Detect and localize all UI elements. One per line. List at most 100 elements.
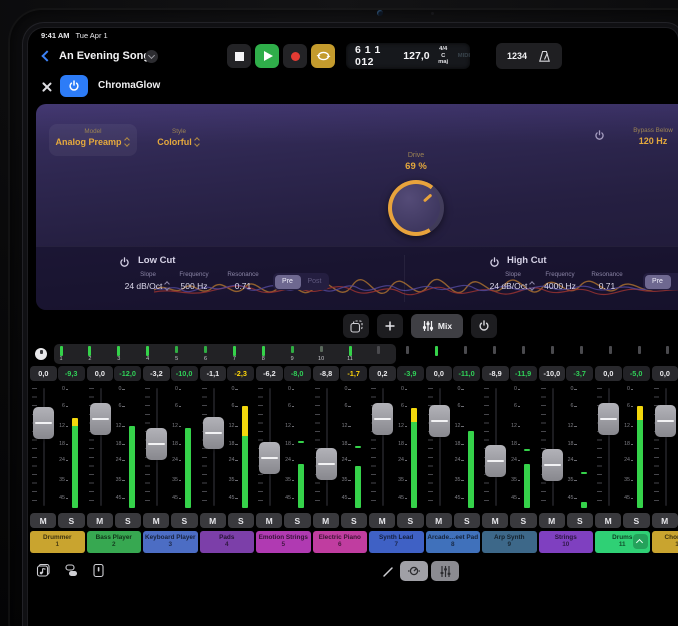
play-surface-icon[interactable] [92, 563, 105, 583]
mute-button[interactable]: M [143, 513, 169, 528]
edit-pencil-icon[interactable] [381, 565, 395, 584]
track-name-band[interactable]: Keyboard Player 3 [143, 531, 198, 553]
duplicate-button[interactable] [343, 314, 369, 338]
pan-tick[interactable] [580, 346, 583, 354]
loop-browser-icon[interactable] [36, 563, 51, 583]
level-control[interactable]: Level 0.0 [658, 127, 678, 146]
fader-handle[interactable] [372, 403, 393, 435]
volume-value[interactable]: 0,0 [652, 366, 678, 381]
volume-value[interactable]: -10,0 [539, 366, 566, 381]
volume-value[interactable]: 0,0 [595, 366, 622, 381]
pan-tick[interactable] [522, 346, 525, 354]
fader-handle[interactable] [655, 405, 676, 437]
lcd-display[interactable]: 6 1 1 012 127,0 4/4C maj MIDI [346, 43, 470, 69]
fader-handle[interactable] [90, 403, 111, 435]
controls-view-button[interactable] [400, 561, 428, 581]
mute-button[interactable]: M [87, 513, 113, 528]
volume-value[interactable]: -1,1 [200, 366, 227, 381]
solo-button[interactable]: S [341, 513, 367, 528]
mute-button[interactable]: M [200, 513, 226, 528]
fader-handle[interactable] [598, 403, 619, 435]
pan-tick[interactable] [117, 346, 120, 356]
solo-button[interactable]: S [58, 513, 84, 528]
track-name-band[interactable]: Arcade…eet Pad 8 [426, 531, 481, 553]
volume-value[interactable]: -6,2 [256, 366, 283, 381]
chevron-up-icon[interactable] [633, 534, 648, 549]
volume-value[interactable]: 0,0 [87, 366, 114, 381]
mute-button[interactable]: M [482, 513, 508, 528]
solo-button[interactable]: S [115, 513, 141, 528]
close-icon[interactable] [40, 80, 54, 94]
pan-tick[interactable] [233, 346, 236, 356]
fader-handle[interactable] [485, 445, 506, 477]
metronome-icon[interactable] [538, 50, 551, 63]
add-track-button[interactable] [377, 314, 403, 338]
chevron-down-icon[interactable] [145, 50, 158, 63]
pan-tick[interactable] [435, 346, 438, 356]
track-name-band[interactable]: Electric Piano 6 [313, 531, 368, 553]
track-name-band[interactable]: Pads 4 [200, 531, 255, 553]
mute-button[interactable]: M [539, 513, 565, 528]
peak-value[interactable]: -3,7 [566, 366, 593, 381]
post-button[interactable]: Post [302, 275, 328, 289]
solo-button[interactable]: S [623, 513, 649, 528]
volume-value[interactable]: 0,2 [369, 366, 396, 381]
volume-value[interactable]: -8,9 [482, 366, 509, 381]
plugin-power-button[interactable] [60, 75, 88, 97]
count-in-button[interactable]: 1234 [507, 51, 527, 61]
pre-button[interactable]: Pre [645, 275, 671, 289]
volume-value[interactable]: 0,0 [30, 366, 57, 381]
low-cut-resonance[interactable]: Resonance 0.71 [213, 271, 273, 291]
pan-tick[interactable] [666, 346, 669, 354]
pan-tick[interactable] [609, 346, 612, 354]
track-name-band[interactable]: Arp Synth 9 [482, 531, 537, 553]
peak-value[interactable]: -1,7 [340, 366, 367, 381]
pan-tick[interactable] [406, 346, 409, 354]
track-name-band[interactable]: Drummer 1 [30, 531, 85, 553]
pre-button[interactable]: Pre [275, 275, 301, 289]
peak-value[interactable]: -9,3 [58, 366, 85, 381]
bypass-power-button[interactable] [594, 128, 605, 146]
track-name-band[interactable]: Bass Player 2 [87, 531, 142, 553]
fader-handle[interactable] [33, 407, 54, 439]
mute-button[interactable]: M [426, 513, 452, 528]
peak-value[interactable]: -10,0 [171, 366, 198, 381]
track-name-band[interactable]: Emotion Strings 5 [256, 531, 311, 553]
pan-tick[interactable] [320, 346, 323, 352]
peak-value[interactable]: -3,9 [397, 366, 424, 381]
solo-button[interactable]: S [397, 513, 423, 528]
peak-value[interactable]: -11,0 [453, 366, 480, 381]
pan-tick[interactable] [204, 346, 207, 353]
fader-handle[interactable] [203, 417, 224, 449]
mute-button[interactable]: M [595, 513, 621, 528]
mute-button[interactable]: M [256, 513, 282, 528]
pan-tick[interactable] [493, 346, 496, 354]
pan-tick[interactable] [638, 346, 641, 354]
pan-tick[interactable] [551, 346, 554, 354]
solo-button[interactable]: S [171, 513, 197, 528]
pan-tick[interactable] [146, 346, 149, 356]
pan-tick[interactable] [291, 346, 294, 353]
volume-value[interactable]: 0,0 [426, 366, 453, 381]
peak-value[interactable]: -5,0 [623, 366, 650, 381]
record-button[interactable] [283, 44, 307, 68]
pan-tick[interactable] [377, 346, 380, 354]
pan-tick[interactable] [175, 346, 178, 353]
volume-value[interactable]: -8,8 [313, 366, 340, 381]
track-name-band[interactable]: Synth Lead 7 [369, 531, 424, 553]
peak-value[interactable]: -8,0 [284, 366, 311, 381]
post-button[interactable]: Post [672, 275, 678, 289]
mute-button[interactable]: M [652, 513, 678, 528]
peak-value[interactable]: -2,3 [227, 366, 254, 381]
pan-knob-icon[interactable] [35, 348, 47, 360]
mixer-power-button[interactable] [471, 314, 497, 338]
peak-value[interactable]: -12,0 [114, 366, 141, 381]
cycle-button[interactable] [311, 44, 335, 68]
fader-handle[interactable] [259, 442, 280, 474]
mixer-view-button[interactable] [431, 561, 459, 581]
plugins-browser-icon[interactable] [64, 563, 79, 583]
drive-knob[interactable] [388, 180, 444, 236]
fader-handle[interactable] [542, 449, 563, 481]
mute-button[interactable]: M [369, 513, 395, 528]
solo-button[interactable]: S [284, 513, 310, 528]
